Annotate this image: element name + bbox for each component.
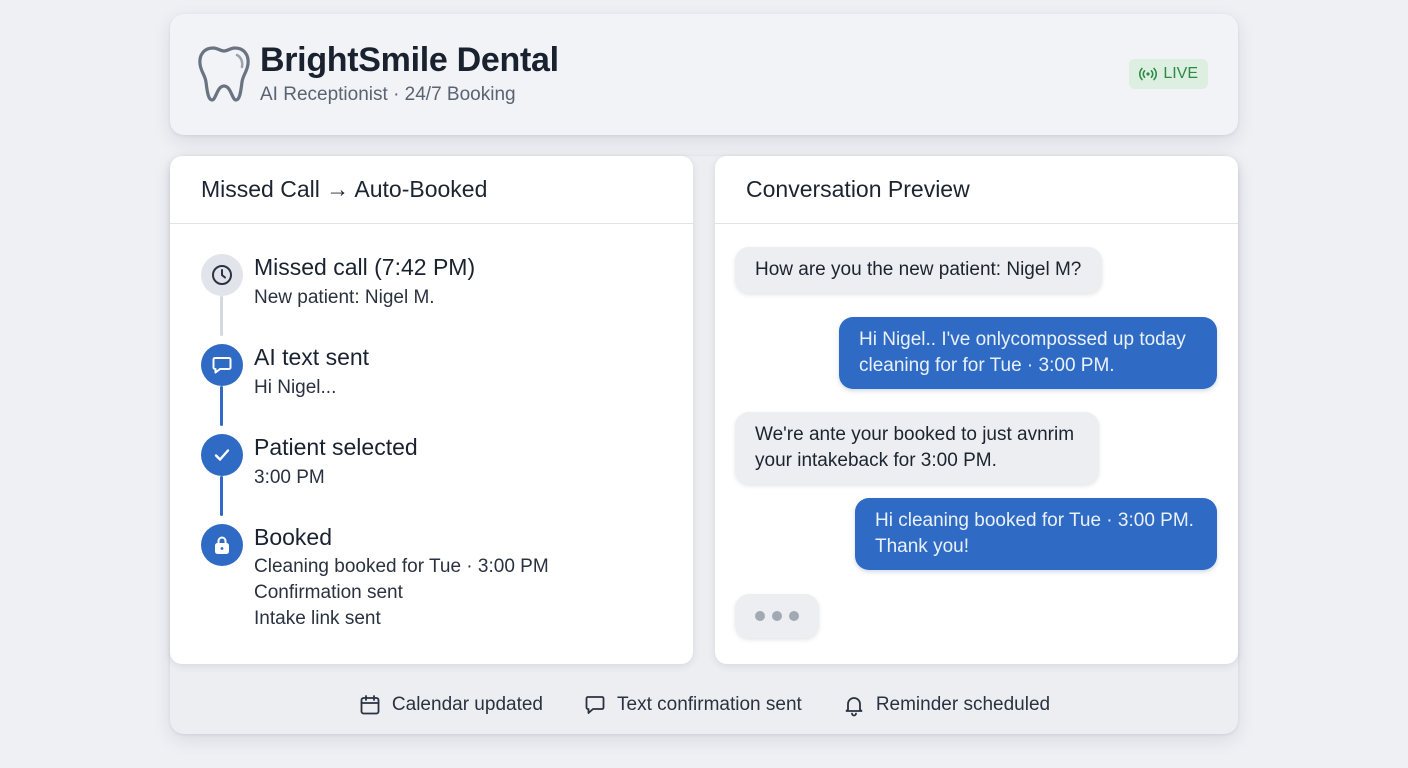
- status-footer: Calendar updated Text confirmation sent …: [170, 680, 1238, 730]
- footer-item-label: Reminder scheduled: [875, 694, 1051, 715]
- step-detail: Confirmation sent: [254, 582, 403, 603]
- chat-bubble-icon: [201, 344, 243, 386]
- broadcast-icon: [1139, 67, 1158, 81]
- checkmark-icon: [201, 434, 243, 476]
- chat-bubble-icon: [585, 696, 605, 714]
- live-status-label: LIVE: [1163, 65, 1198, 82]
- typing-dot: [755, 611, 765, 621]
- footer-item-text-confirmation: Text confirmation sent: [583, 693, 802, 717]
- step-title: AI text sent: [254, 344, 370, 370]
- step-detail: 3:00 PM: [254, 467, 325, 488]
- brand-title: BrightSmile Dental: [260, 41, 559, 79]
- ai-message-bubble: Hi cleaning booked for Tue · 3:00 PM. Th…: [855, 498, 1217, 570]
- typing-dot: [789, 611, 799, 621]
- brand-subtitle: AI Receptionist · 24/7 Booking: [260, 84, 516, 105]
- footer-item-calendar: Calendar updated: [358, 693, 543, 717]
- step-detail: Hi Nigel...: [254, 377, 337, 398]
- tooth-icon: [198, 46, 250, 102]
- step-detail: Intake link sent: [254, 608, 381, 629]
- timeline-connector: [220, 476, 223, 516]
- step-title: Booked: [254, 524, 333, 550]
- step-detail: New patient: Nigel M.: [254, 287, 435, 308]
- lock-icon: [201, 524, 243, 566]
- footer-item-label: Calendar updated: [391, 694, 543, 715]
- timeline-connector: [220, 386, 223, 426]
- timeline-panel: Missed Call → Auto-Booked Missed call (7…: [170, 156, 693, 664]
- bell-icon: [845, 697, 863, 717]
- footer-item-reminder: Reminder scheduled: [842, 693, 1050, 717]
- step-detail: Cleaning booked for Tue · 3:00 PM: [254, 556, 549, 577]
- conversation-panel: Conversation Preview How are you the new…: [715, 156, 1238, 664]
- clock-icon: [201, 254, 243, 296]
- typing-dot: [772, 611, 782, 621]
- typing-indicator: [735, 594, 819, 638]
- conversation-panel-title: Conversation Preview: [715, 156, 1238, 224]
- timeline-connector: [220, 296, 223, 336]
- ai-message-bubble: Hi Nigel.. I've onlycompossed up today c…: [839, 317, 1217, 389]
- step-title: Patient selected: [254, 434, 418, 460]
- patient-message-bubble: How are you the new patient: Nigel M?: [735, 247, 1102, 293]
- calendar-icon: [360, 695, 380, 715]
- live-status-badge: LIVE: [1129, 59, 1208, 89]
- timeline-panel-title: Missed Call → Auto-Booked: [170, 156, 693, 224]
- step-title: Missed call (7:42 PM): [254, 254, 476, 280]
- header-card: BrightSmile Dental AI Receptionist · 24/…: [170, 14, 1238, 135]
- patient-message-bubble: We're ante your booked to just avnrim yo…: [735, 412, 1099, 484]
- footer-item-label: Text confirmation sent: [617, 694, 802, 715]
